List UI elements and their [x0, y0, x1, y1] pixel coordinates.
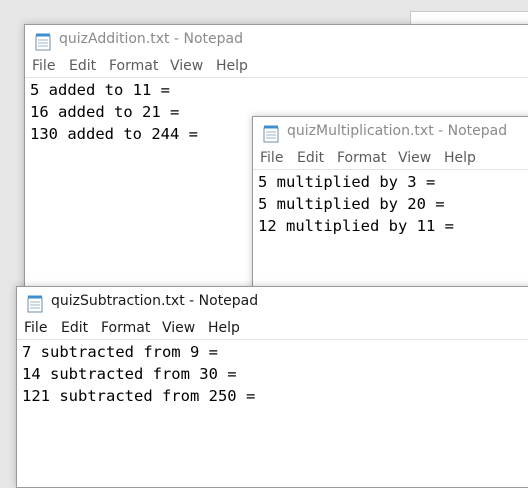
text-line: 16 added to 21 = [30, 103, 180, 121]
notepad-window-multiplication[interactable]: quizMultiplication.txt - Notepad File Ed… [252, 116, 528, 298]
text-line: 7 subtracted from 9 = [22, 343, 218, 361]
menu-help[interactable]: Help [444, 150, 476, 166]
text-line: 121 subtracted from 250 = [22, 387, 256, 405]
menu-bar: File Edit Format View Help [17, 317, 528, 340]
text-editor[interactable]: 5 multiplied by 3 = 5 multiplied by 20 =… [253, 170, 528, 290]
menu-file[interactable]: File [260, 150, 283, 166]
menu-help[interactable]: Help [216, 58, 248, 74]
title-bar[interactable]: quizMultiplication.txt - Notepad [253, 117, 528, 147]
text-editor[interactable]: 7 subtracted from 9 = 14 subtracted from… [17, 340, 528, 480]
notepad-window-subtraction[interactable]: quizSubtraction.txt - Notepad File Edit … [16, 286, 528, 488]
text-line: 5 multiplied by 3 = [258, 173, 436, 191]
notepad-icon [35, 33, 51, 51]
notepad-icon [263, 125, 279, 143]
menu-edit[interactable]: Edit [297, 150, 324, 166]
menu-format[interactable]: Format [101, 320, 150, 336]
title-bar[interactable]: quizSubtraction.txt - Notepad [17, 287, 528, 317]
menu-bar: File Edit Format View Help [25, 55, 528, 78]
menu-view[interactable]: View [170, 58, 203, 74]
text-line: 12 multiplied by 11 = [258, 217, 454, 235]
window-title: quizAddition.txt - Notepad [59, 31, 243, 47]
title-bar[interactable]: quizAddition.txt - Notepad [25, 25, 528, 55]
window-title: quizSubtraction.txt - Notepad [51, 293, 259, 309]
menu-view[interactable]: View [162, 320, 195, 336]
menu-file[interactable]: File [32, 58, 55, 74]
menu-edit[interactable]: Edit [69, 58, 96, 74]
window-title: quizMultiplication.txt - Notepad [287, 123, 508, 139]
menu-view[interactable]: View [398, 150, 431, 166]
notepad-icon [27, 295, 43, 313]
menu-format[interactable]: Format [337, 150, 386, 166]
menu-format[interactable]: Format [109, 58, 158, 74]
text-line: 5 added to 11 = [30, 81, 170, 99]
menu-help[interactable]: Help [208, 320, 240, 336]
text-line: 5 multiplied by 20 = [258, 195, 445, 213]
menu-edit[interactable]: Edit [61, 320, 88, 336]
menu-bar: File Edit Format View Help [253, 147, 528, 170]
menu-file[interactable]: File [24, 320, 47, 336]
text-line: 14 subtracted from 30 = [22, 365, 237, 383]
text-line: 130 added to 244 = [30, 125, 198, 143]
